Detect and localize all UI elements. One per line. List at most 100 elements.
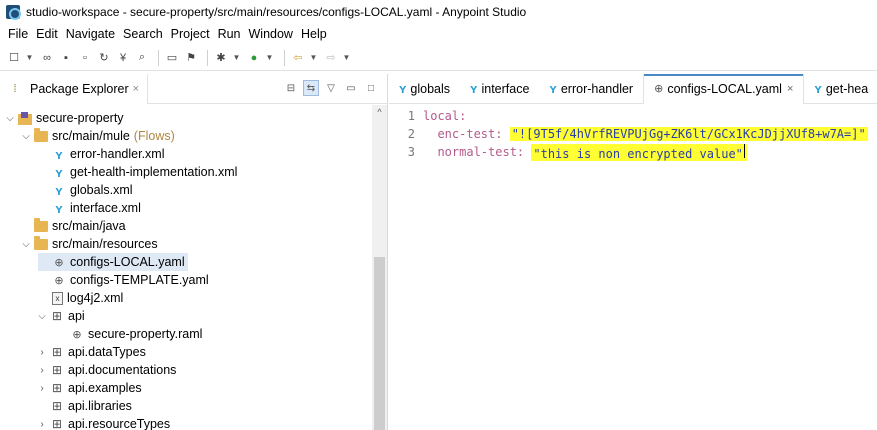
tree-item-src-main-java[interactable]: src/main/java — [20, 217, 370, 235]
menu-edit[interactable]: Edit — [36, 27, 58, 41]
expand-arrow-icon[interactable]: › — [36, 419, 48, 430]
panel-toolbar: ⊟ ⇆ ▽ ▭ □ — [283, 80, 379, 96]
tree-item-secure-property[interactable]: ⌵ secure-property — [4, 109, 370, 127]
expand-arrow-icon[interactable]: ⌵ — [20, 131, 32, 142]
tree-item-label: api.documentations — [68, 363, 177, 377]
package-icon: ⊞ — [51, 417, 63, 430]
line-number: 1 — [407, 109, 415, 123]
tree-item-get-health-implementation[interactable]: ʏ get-health-implementation.xml — [38, 163, 370, 181]
tree-item-configs-local-yaml[interactable]: ⊕ configs-LOCAL.yaml — [38, 253, 188, 271]
tree-scrollbar[interactable]: ^ — [372, 105, 387, 430]
package-icon: ⊞ — [51, 363, 63, 377]
tree-item-interface[interactable]: ʏ interface.xml — [38, 199, 370, 217]
menu-project[interactable]: Project — [171, 27, 210, 41]
package-explorer-tab[interactable]: ⁞ Package Explorer × — [0, 73, 149, 104]
package-explorer-panel: ⁞ Package Explorer × ⊟ ⇆ ▽ ▭ □ ⌵ secure-… — [0, 73, 388, 430]
save-icon[interactable]: ▪ — [58, 50, 74, 66]
tab-globals[interactable]: ʏ globals — [389, 74, 460, 104]
tab-label: configs-LOCAL.yaml — [667, 81, 782, 96]
tree-item-log4j2[interactable]: x log4j2.xml — [38, 289, 370, 307]
close-icon[interactable]: × — [787, 83, 793, 95]
tree-item-label: configs-LOCAL.yaml — [70, 255, 185, 269]
tab-label: error-handler — [560, 81, 634, 96]
tree-item-api-examples[interactable]: › ⊞ api.examples — [36, 379, 370, 397]
back-dropdown-icon[interactable]: ▼ — [309, 50, 318, 66]
debug-icon[interactable]: ✱ — [213, 50, 229, 66]
mule-project-icon[interactable]: ∞ — [39, 50, 55, 66]
back-icon[interactable]: ⇦ — [290, 50, 306, 66]
save-all-icon[interactable]: ▫ — [77, 50, 93, 66]
menu-file[interactable]: File — [8, 27, 28, 41]
expand-arrow-icon[interactable]: › — [36, 365, 48, 376]
menu-help[interactable]: Help — [301, 27, 327, 41]
menu-run[interactable]: Run — [218, 27, 241, 41]
menu-search[interactable]: Search — [123, 27, 163, 41]
close-icon[interactable]: × — [133, 83, 139, 95]
link-with-editor-icon[interactable]: ⇆ — [303, 80, 319, 96]
tree-item-label: src/main/mule — [52, 129, 130, 143]
expand-arrow-icon[interactable]: › — [36, 347, 48, 358]
tree-item-label: api.dataTypes — [68, 345, 146, 359]
tree-item-api-resourcetypes[interactable]: › ⊞ api.resourceTypes — [36, 415, 370, 430]
expand-arrow-icon[interactable]: › — [36, 383, 48, 394]
mule-icon: ʏ — [55, 146, 63, 162]
forward-icon[interactable]: ⇨ — [323, 50, 339, 66]
package-icon: ⊞ — [51, 381, 63, 395]
tree-item-globals[interactable]: ʏ globals.xml — [38, 181, 370, 199]
folder-icon — [34, 235, 48, 250]
search-icon[interactable]: ⌕ — [134, 50, 150, 66]
yaml-file-icon: ⊕ — [654, 83, 664, 95]
run-dropdown-icon[interactable]: ▼ — [265, 50, 274, 66]
new-dropdown-icon[interactable]: ▼ — [25, 50, 34, 66]
tab-get-health[interactable]: ʏ get-hea — [804, 74, 877, 104]
tree-item-label: secure-property.raml — [88, 327, 203, 341]
mule-icon: ʏ — [549, 81, 557, 96]
expand-arrow-icon[interactable]: ⌵ — [4, 113, 16, 124]
tree-item-api-datatypes[interactable]: › ⊞ api.dataTypes — [36, 343, 370, 361]
plain-value-text: "this is non encrypted value" — [533, 146, 743, 161]
mule-icon: ʏ — [399, 81, 407, 96]
toolbar-separator — [207, 49, 208, 66]
console-icon[interactable]: ▭ — [164, 50, 180, 66]
tree-item-error-handler[interactable]: ʏ error-handler.xml — [38, 145, 370, 163]
tab-configs-local-yaml[interactable]: ⊕ configs-LOCAL.yaml × — [643, 73, 805, 104]
tree-item-label: configs-TEMPLATE.yaml — [70, 273, 209, 287]
collapse-all-icon[interactable]: ⊟ — [283, 80, 299, 96]
tree-item-secure-property-raml[interactable]: ⊕ secure-property.raml — [56, 325, 370, 343]
forward-dropdown-icon[interactable]: ▼ — [342, 50, 351, 66]
code-editor[interactable]: 1 local: 2 enc-test: "![9T5f/4hVrfREVPUj… — [389, 105, 877, 430]
tree-item-src-main-resources[interactable]: ⌵ src/main/resources — [20, 235, 370, 253]
toolbar-separator — [158, 49, 159, 66]
tree-item-src-main-mule[interactable]: ⌵ src/main/mule (Flows) — [20, 127, 370, 145]
refresh-icon[interactable]: ↻ — [96, 50, 112, 66]
scroll-up-arrow-icon[interactable]: ^ — [372, 107, 387, 121]
run-icon[interactable]: ● — [246, 50, 262, 66]
tree-item-api-documentations[interactable]: › ⊞ api.documentations — [36, 361, 370, 379]
menu-navigate[interactable]: Navigate — [66, 27, 115, 41]
debug-dropdown-icon[interactable]: ▼ — [232, 50, 241, 66]
menu-window[interactable]: Window — [249, 27, 293, 41]
xml-file-icon: x — [52, 291, 63, 305]
tab-interface[interactable]: ʏ interface — [460, 74, 539, 104]
tab-error-handler[interactable]: ʏ error-handler — [539, 74, 643, 104]
tree-item-configs-template-yaml[interactable]: ⊕ configs-TEMPLATE.yaml — [38, 271, 370, 289]
maximize-icon[interactable]: □ — [363, 80, 379, 96]
minimize-icon[interactable]: ▭ — [343, 80, 359, 96]
plain-value: "this is non encrypted value" — [531, 143, 747, 161]
mule-icon: ʏ — [814, 81, 822, 96]
package-explorer-label: Package Explorer — [30, 81, 129, 96]
scroll-thumb[interactable] — [374, 257, 385, 430]
deploy-icon[interactable]: ⚑ — [183, 50, 199, 66]
tree-item-label: api.resourceTypes — [68, 417, 171, 430]
new-icon[interactable]: ☐ — [6, 50, 22, 66]
tree-item-label: api.examples — [68, 381, 142, 395]
tree-item-suffix: (Flows) — [133, 129, 175, 143]
tree-item-api[interactable]: ⌵ ⊞ api — [36, 307, 370, 325]
view-menu-icon[interactable]: ▽ — [323, 80, 339, 96]
code-line: 3 normal-test: "this is non encrypted va… — [389, 143, 747, 161]
mule-icon: ʏ — [55, 200, 63, 216]
expand-arrow-icon[interactable]: ⌵ — [36, 311, 48, 322]
export-icon[interactable]: ¥ — [115, 50, 131, 66]
expand-arrow-icon[interactable]: ⌵ — [20, 239, 32, 250]
tree-item-api-libraries[interactable]: ⊞ api.libraries — [36, 397, 370, 415]
